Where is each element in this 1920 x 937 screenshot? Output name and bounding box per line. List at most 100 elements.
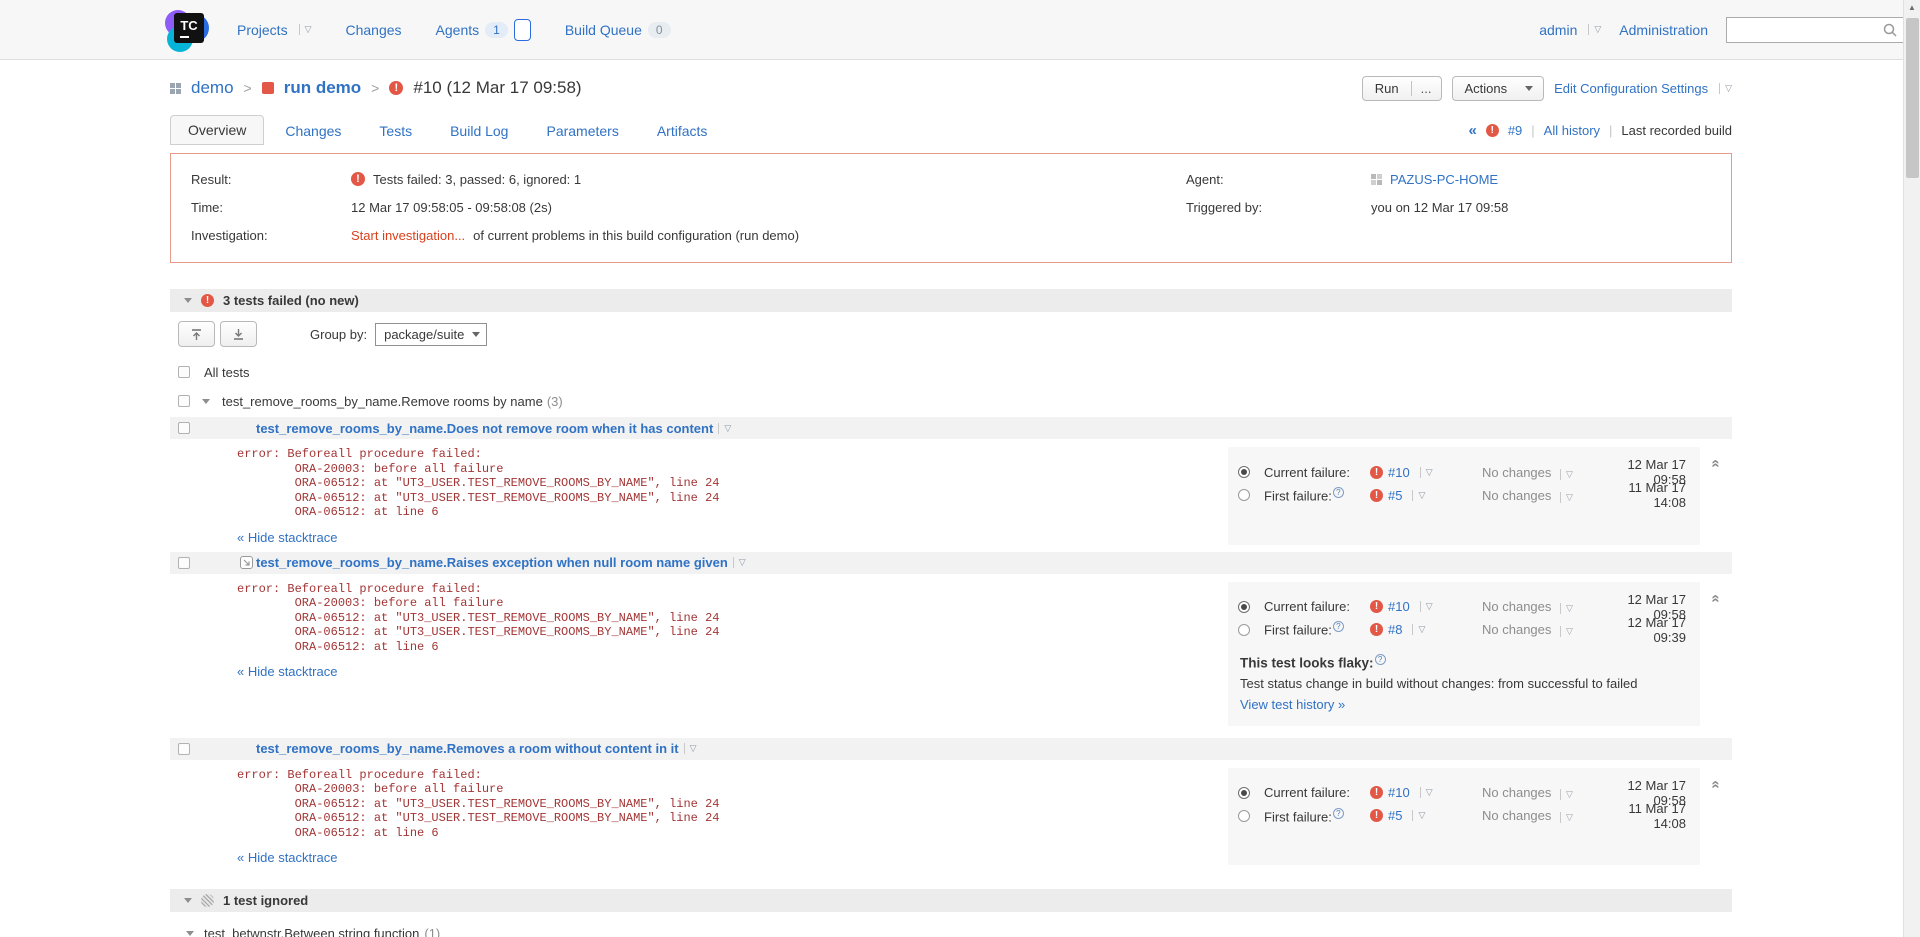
tab-artifacts[interactable]: Artifacts (640, 117, 725, 145)
tab-overview[interactable]: Overview (170, 115, 264, 145)
test-actions-dropdown-icon[interactable] (684, 743, 697, 754)
nav-projects[interactable]: Projects (237, 22, 312, 38)
test-name-link[interactable]: test_remove_rooms_by_name.Removes a room… (256, 741, 679, 756)
user-menu[interactable]: admin (1539, 22, 1601, 38)
help-icon[interactable] (1333, 621, 1344, 632)
chevron-down-icon[interactable] (1588, 24, 1601, 35)
changes-dropdown-icon[interactable] (1560, 789, 1573, 800)
page-scrollbar[interactable]: ▲ (1903, 0, 1920, 937)
group-checkbox[interactable] (178, 395, 190, 407)
search-icon[interactable] (1883, 23, 1897, 37)
agent-link[interactable]: PAZUS-PC-HOME (1390, 172, 1498, 187)
failure-details-panel: Current failure: #10 No changes 12 Mar 1… (1228, 768, 1700, 866)
stacktrace-line: ORA-20003: before all failure (237, 596, 1228, 611)
build-dropdown-icon[interactable] (1420, 787, 1433, 798)
collapse-group-icon[interactable] (186, 931, 194, 936)
start-investigation-link[interactable]: Start investigation... (351, 228, 465, 243)
no-changes-link[interactable]: No changes (1482, 785, 1551, 800)
test-checkbox[interactable] (178, 422, 190, 434)
changes-dropdown-icon[interactable] (1560, 626, 1573, 637)
actions-button[interactable]: Actions (1452, 76, 1545, 101)
nav-build-queue[interactable]: Build Queue 0 (565, 22, 671, 38)
failure-build-link[interactable]: #5 (1388, 808, 1402, 823)
failure-build-link[interactable]: #10 (1388, 465, 1410, 480)
failed-tests-section-header[interactable]: 3 tests failed (no new) (170, 289, 1732, 312)
failure-build-link[interactable]: #10 (1388, 785, 1410, 800)
expand-all-button[interactable] (220, 321, 257, 347)
previous-build-link[interactable]: #9 (1508, 123, 1522, 138)
edit-configuration-settings-link[interactable]: Edit Configuration Settings (1554, 81, 1732, 96)
test-checkbox[interactable] (178, 557, 190, 569)
current-failure-radio[interactable] (1238, 601, 1250, 613)
breadcrumb: demo > run demo > #10 (12 Mar 17 09:58) (170, 78, 582, 98)
search-input[interactable] (1726, 17, 1904, 43)
test-name-link[interactable]: test_remove_rooms_by_name.Raises excepti… (256, 555, 728, 570)
collapse-panel-icon[interactable]: « (1708, 594, 1725, 602)
no-changes-link[interactable]: No changes (1482, 465, 1551, 480)
no-changes-link[interactable]: No changes (1482, 622, 1551, 637)
help-icon[interactable] (1375, 654, 1386, 665)
all-history-link[interactable]: All history (1544, 123, 1600, 138)
changes-dropdown-icon[interactable] (1560, 812, 1573, 823)
collapse-section-icon[interactable] (184, 898, 192, 903)
breadcrumb-project-link[interactable]: demo (191, 78, 234, 98)
scrollbar-thumb[interactable] (1906, 18, 1919, 178)
tab-parameters[interactable]: Parameters (529, 117, 635, 145)
first-failure-radio[interactable] (1238, 489, 1250, 501)
no-changes-link[interactable]: No changes (1482, 808, 1551, 823)
first-failure-radio[interactable] (1238, 624, 1250, 636)
hide-stacktrace-link[interactable]: « Hide stacktrace (237, 664, 337, 679)
previous-build-arrows-link[interactable]: « (1468, 122, 1476, 139)
tab-tests[interactable]: Tests (362, 117, 429, 145)
build-dropdown-icon[interactable] (1412, 810, 1425, 821)
test-actions-dropdown-icon[interactable] (718, 423, 731, 434)
test-actions-dropdown-icon[interactable] (733, 557, 746, 568)
run-options-button[interactable]: ... (1411, 81, 1441, 96)
failure-build-link[interactable]: #10 (1388, 599, 1410, 614)
group-by-select[interactable]: package/suite (375, 323, 487, 346)
changes-dropdown-icon[interactable] (1560, 603, 1573, 614)
breadcrumb-config-link[interactable]: run demo (284, 78, 361, 98)
collapse-group-icon[interactable] (202, 399, 210, 404)
result-label: Result: (191, 172, 351, 187)
nav-administration[interactable]: Administration (1619, 22, 1708, 38)
nav-agents[interactable]: Agents 1 (436, 19, 531, 41)
group-by-label: Group by: (310, 327, 367, 342)
teamcity-logo[interactable]: TC (165, 8, 209, 52)
nav-changes[interactable]: Changes (346, 22, 402, 38)
chevron-down-icon[interactable] (1719, 83, 1732, 94)
collapse-section-icon[interactable] (184, 298, 192, 303)
test-checkbox[interactable] (178, 743, 190, 755)
collapse-all-button[interactable] (178, 321, 215, 347)
tab-changes[interactable]: Changes (268, 117, 358, 145)
current-failure-radio[interactable] (1238, 787, 1250, 799)
changes-dropdown-icon[interactable] (1560, 492, 1573, 503)
hide-stacktrace-link[interactable]: « Hide stacktrace (237, 530, 337, 545)
test-name-link[interactable]: test_remove_rooms_by_name.Does not remov… (256, 421, 713, 436)
changes-dropdown-icon[interactable] (1560, 469, 1573, 480)
build-dropdown-icon[interactable] (1420, 467, 1433, 478)
tab-build-log[interactable]: Build Log (433, 117, 525, 145)
collapse-panel-icon[interactable]: « (1708, 459, 1725, 467)
first-failure-radio[interactable] (1238, 810, 1250, 822)
ignored-tests-section-header[interactable]: 1 test ignored (170, 889, 1732, 912)
failure-build-link[interactable]: #8 (1388, 622, 1402, 637)
failure-build-link[interactable]: #5 (1388, 488, 1402, 503)
no-changes-link[interactable]: No changes (1482, 599, 1551, 614)
view-test-history-link[interactable]: View test history » (1240, 697, 1345, 712)
collapse-panel-icon[interactable]: « (1708, 780, 1725, 788)
current-failure-radio[interactable] (1238, 466, 1250, 478)
time-label: Time: (191, 200, 351, 215)
help-icon[interactable] (1333, 808, 1344, 819)
all-tests-checkbox[interactable] (178, 366, 190, 378)
build-dropdown-icon[interactable] (1412, 624, 1425, 635)
hide-stacktrace-link[interactable]: « Hide stacktrace (237, 850, 337, 865)
help-icon[interactable] (1333, 487, 1344, 498)
build-dropdown-icon[interactable] (1412, 490, 1425, 501)
scroll-up-icon[interactable]: ▲ (1904, 0, 1920, 16)
no-changes-link[interactable]: No changes (1482, 488, 1551, 503)
run-button[interactable]: Run ... (1362, 76, 1442, 101)
chevron-down-icon[interactable] (299, 24, 312, 35)
build-dropdown-icon[interactable] (1420, 601, 1433, 612)
ignored-tests-title: 1 test ignored (223, 893, 308, 908)
